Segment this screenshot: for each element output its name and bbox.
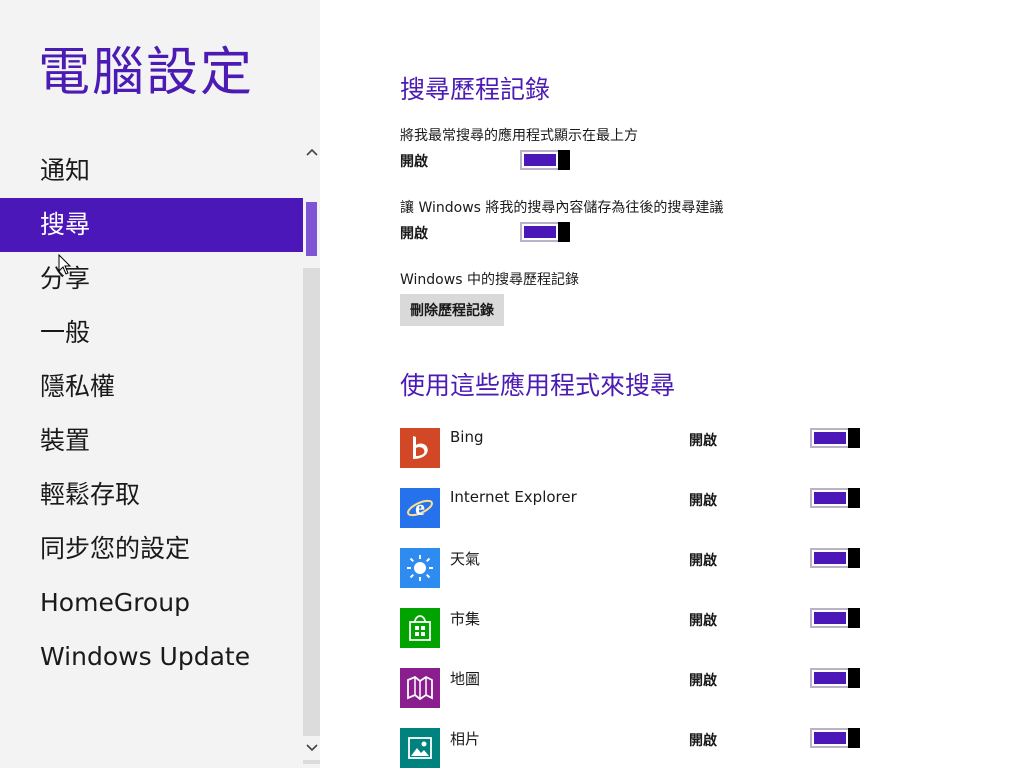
app-row-store: 市集 開啟	[400, 608, 870, 652]
sidebar-item-general[interactable]: 一般	[0, 306, 304, 360]
sidebar-item-devices[interactable]: 裝置	[0, 414, 304, 468]
toggle-fill	[814, 672, 846, 684]
app-name: 地圖	[450, 670, 481, 688]
search-apps-heading: 使用這些應用程式來搜尋	[400, 371, 676, 400]
toggle-knob	[848, 548, 860, 568]
toggle-fill	[814, 732, 846, 744]
photos-toggle[interactable]	[810, 728, 860, 748]
internet-explorer-toggle[interactable]	[810, 488, 860, 508]
toggle-knob	[848, 488, 860, 508]
app-row-maps: 地圖 開啟	[400, 668, 870, 712]
sidebar-item-search[interactable]: 搜尋	[0, 198, 304, 252]
scroll-thumb[interactable]	[306, 202, 317, 256]
weather-toggle[interactable]	[810, 548, 860, 568]
save-search-suggestions-state: 開啟	[400, 226, 428, 242]
toggle-knob	[848, 428, 860, 448]
app-state: 開啟	[689, 613, 717, 629]
app-name: 天氣	[450, 550, 481, 568]
sidebar: 電腦設定 通知 搜尋 分享 一般 隱私權 裝置 輕鬆存取 同步您的設定 Home…	[0, 0, 320, 768]
weather-sun-icon	[400, 548, 440, 588]
bing-icon	[400, 428, 440, 468]
app-row-internet-explorer: e Internet Explorer 開啟	[400, 488, 870, 532]
show-frequent-apps-state: 開啟	[400, 154, 428, 170]
app-state: 開啟	[689, 493, 717, 509]
toggle-fill	[814, 552, 846, 564]
save-search-suggestions-label: 讓 Windows 將我的搜尋內容儲存為往後的搜尋建議	[400, 200, 724, 216]
show-frequent-apps-label: 將我最常搜尋的應用程式顯示在最上方	[400, 128, 638, 144]
sidebar-item-windows-update[interactable]: Windows Update	[0, 630, 304, 684]
app-state: 開啟	[689, 553, 717, 569]
app-state: 開啟	[689, 673, 717, 689]
scroll-down-arrow-icon[interactable]	[303, 736, 320, 760]
page-title: 電腦設定	[38, 43, 255, 103]
toggle-knob	[558, 222, 570, 242]
toggle-fill	[814, 492, 846, 504]
search-history-heading: 搜尋歷程記錄	[400, 75, 551, 104]
maps-toggle[interactable]	[810, 668, 860, 688]
toggle-fill	[814, 432, 846, 444]
toggle-fill	[524, 226, 556, 238]
search-settings-panel: 搜尋歷程記錄 將我最常搜尋的應用程式顯示在最上方 開啟 讓 Windows 將我…	[400, 0, 1000, 768]
app-state: 開啟	[689, 733, 717, 749]
internet-explorer-icon: e	[400, 488, 440, 528]
search-history-label: Windows 中的搜尋歷程記錄	[400, 272, 579, 288]
sidebar-item-share[interactable]: 分享	[0, 252, 304, 306]
app-name: Bing	[450, 428, 484, 446]
delete-history-button[interactable]: 刪除歷程記錄	[400, 294, 504, 326]
app-state: 開啟	[689, 433, 717, 449]
sidebar-item-notifications[interactable]: 通知	[0, 144, 304, 198]
mouse-cursor-icon	[58, 254, 72, 275]
save-search-suggestions-toggle[interactable]	[520, 222, 570, 242]
sidebar-item-sync-settings[interactable]: 同步您的設定	[0, 522, 304, 576]
sidebar-item-privacy[interactable]: 隱私權	[0, 360, 304, 414]
nav-list: 通知 搜尋 分享 一般 隱私權 裝置 輕鬆存取 同步您的設定 HomeGroup…	[0, 144, 304, 684]
app-name: 市集	[450, 610, 481, 628]
store-toggle[interactable]	[810, 608, 860, 628]
toggle-fill	[524, 154, 556, 166]
scroll-up-arrow-icon[interactable]	[303, 140, 320, 164]
show-frequent-apps-toggle[interactable]	[520, 150, 570, 170]
sidebar-scrollbar[interactable]	[303, 132, 320, 764]
pc-settings-window: 電腦設定 通知 搜尋 分享 一般 隱私權 裝置 輕鬆存取 同步您的設定 Home…	[0, 0, 1024, 768]
app-row-weather: 天氣 開啟	[400, 548, 870, 592]
sidebar-item-ease-of-access[interactable]: 輕鬆存取	[0, 468, 304, 522]
svg-text:e: e	[415, 495, 425, 520]
sidebar-item-homegroup[interactable]: HomeGroup	[0, 576, 304, 630]
store-icon	[400, 608, 440, 648]
photos-icon	[400, 728, 440, 768]
toggle-knob	[558, 150, 570, 170]
toggle-knob	[848, 668, 860, 688]
toggle-knob	[848, 728, 860, 748]
app-name: Internet Explorer	[450, 488, 577, 506]
bing-toggle[interactable]	[810, 428, 860, 448]
app-row-photos: 相片 開啟	[400, 728, 870, 768]
app-name: 相片	[450, 730, 481, 748]
app-row-bing: Bing 開啟	[400, 428, 870, 472]
maps-icon	[400, 668, 440, 708]
toggle-knob	[848, 608, 860, 628]
toggle-fill	[814, 612, 846, 624]
